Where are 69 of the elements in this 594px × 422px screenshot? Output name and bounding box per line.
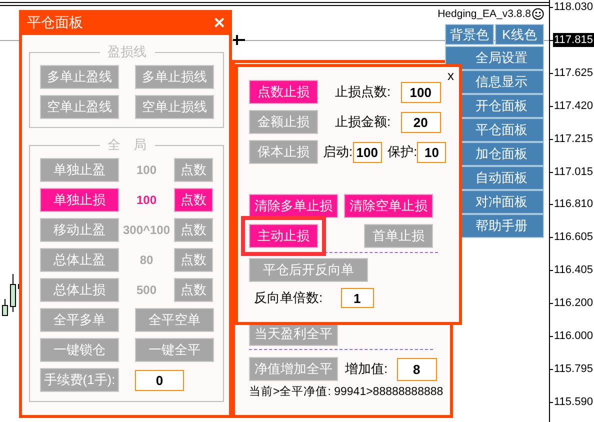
setting-button[interactable]: 移动止盈: [40, 218, 119, 242]
price-label: 115.590: [553, 394, 594, 409]
color-button[interactable]: K线色: [495, 24, 544, 45]
line-button[interactable]: 多单止损线: [135, 65, 214, 89]
indicator-name: Hedging_EA_v3.8.8: [438, 8, 531, 20]
line-button[interactable]: 空单止盈线: [40, 95, 119, 119]
price-label: 116.200: [553, 296, 594, 310]
input-field[interactable]: 1: [340, 288, 374, 308]
stop-type-button[interactable]: 首单止损: [364, 224, 433, 248]
panel-title: 平仓面板: [27, 14, 83, 32]
price-label: 116.810: [553, 197, 594, 212]
setting-button[interactable]: 单独止盈: [40, 158, 119, 182]
unit-button[interactable]: 点数: [174, 248, 213, 272]
field-label: 反向单倍数:: [254, 289, 323, 307]
input-field[interactable]: 20: [400, 112, 441, 132]
price-label: 116.605: [553, 230, 594, 244]
setting-button[interactable]: 单独止损: [40, 188, 119, 212]
line-button[interactable]: 空单止损线: [135, 95, 214, 119]
close-button[interactable]: 全平空单: [135, 308, 214, 332]
price-label: 117.420: [553, 98, 594, 113]
line-button[interactable]: 多单止盈线: [40, 65, 119, 89]
field-label: 保护:: [388, 143, 418, 161]
input-field[interactable]: 0: [135, 370, 184, 390]
field-label: 启动:: [323, 143, 353, 161]
group-legend: 全 局: [100, 136, 154, 154]
stop-mode-button[interactable]: 金额止损: [249, 110, 318, 134]
field-label: 止损点数:: [335, 83, 391, 101]
color-button[interactable]: 背景色: [445, 24, 494, 45]
field-label: 增加值:: [345, 360, 388, 378]
price-label: 117.215: [553, 132, 594, 146]
price-label: 116.000: [553, 329, 594, 344]
unit-button[interactable]: 点数: [174, 218, 213, 242]
stop-type-button[interactable]: 主动止损: [249, 224, 318, 248]
menu-button[interactable]: 全局设置: [445, 46, 544, 70]
unit-button[interactable]: 点数: [174, 188, 213, 212]
setting-value: 100: [136, 193, 157, 207]
close-button[interactable]: 一键锁仓: [40, 338, 119, 362]
price-label: 118.030: [553, 0, 594, 14]
price-label: 115.795: [553, 362, 594, 376]
input-field[interactable]: 10: [417, 142, 446, 162]
setting-button[interactable]: 总体止损: [40, 278, 119, 302]
unit-button[interactable]: 点数: [174, 278, 213, 302]
close-all-button[interactable]: 净值增加全平: [249, 356, 338, 380]
close-button[interactable]: ✕: [213, 14, 226, 32]
setting-value: 300^100: [122, 223, 170, 237]
price-label: 116.405: [553, 263, 594, 278]
setting-value: 500: [136, 283, 157, 297]
input-field[interactable]: 8: [396, 358, 437, 381]
close-button[interactable]: 一键全平: [135, 338, 214, 362]
input-field[interactable]: 100: [352, 142, 382, 162]
price-label: 117.815: [553, 32, 594, 47]
reverse-order-button[interactable]: 平仓后开反向单: [249, 258, 368, 282]
setting-value: 80: [140, 253, 154, 267]
input-field[interactable]: 100: [400, 82, 441, 102]
stop-mode-button[interactable]: 保本止损: [249, 140, 318, 164]
clear-stop-button[interactable]: 清除空单止损: [344, 194, 433, 218]
close-button[interactable]: x: [448, 68, 454, 83]
clear-stop-button[interactable]: 清除多单止损: [249, 194, 338, 218]
field-label: 止损金额:: [335, 113, 391, 131]
price-label: 117.625: [553, 66, 594, 80]
group-legend: 盈损线: [100, 43, 154, 61]
setting-value: 100: [136, 163, 157, 177]
unit-button[interactable]: 点数: [174, 158, 213, 182]
stop-mode-button[interactable]: 点数止损: [249, 80, 318, 104]
close-button[interactable]: 全平多单: [40, 308, 119, 332]
fee-button[interactable]: 手续费(1手):: [40, 368, 119, 392]
setting-button[interactable]: 总体止盈: [40, 248, 119, 272]
status-text: 当前>全平净值: 99941>88888888888: [249, 385, 444, 400]
price-label: 117.015: [553, 164, 594, 179]
